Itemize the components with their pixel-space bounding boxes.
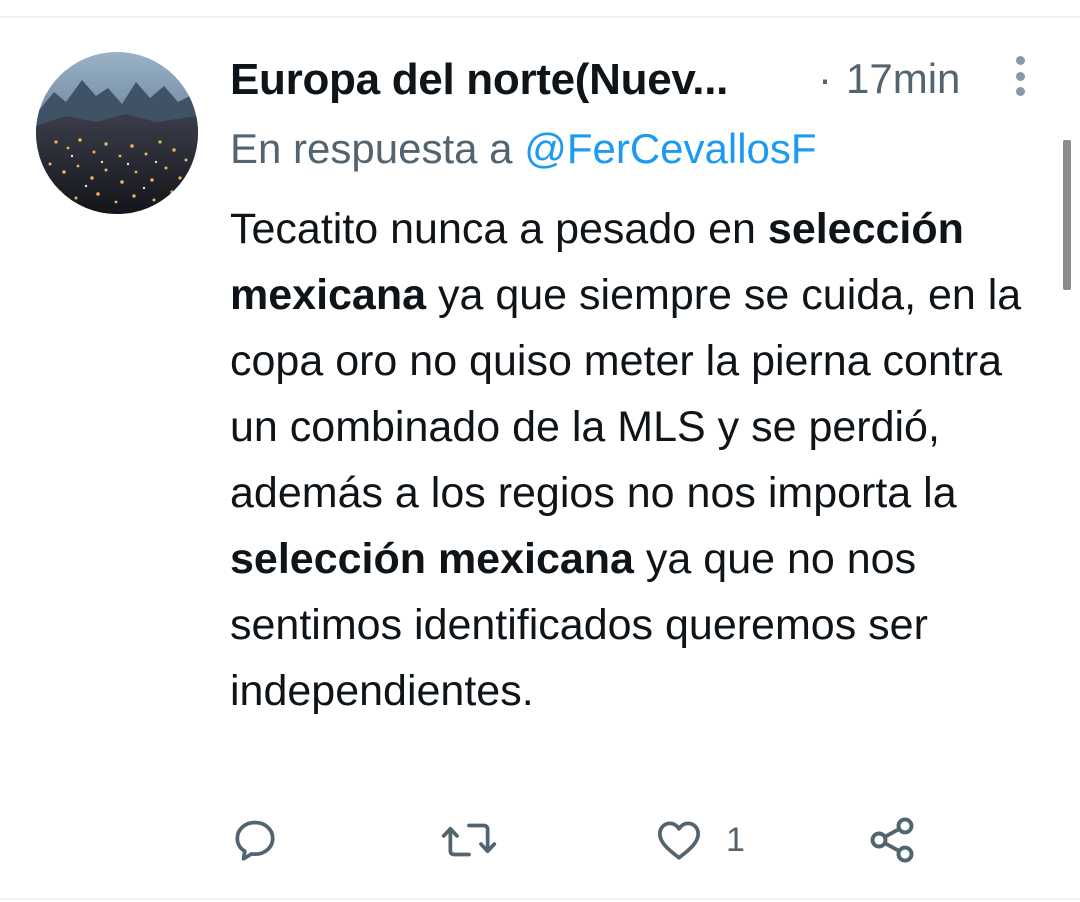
tweet-text-bold-segment: selección mexicana [230,535,634,583]
tweet-header: Europa del norte(Nuev... · 17min [230,55,990,115]
reply-icon [235,820,275,861]
display-name[interactable]: Europa del norte(Nuev... [230,55,728,105]
retweet-button[interactable] [440,812,498,868]
retweet-icon [441,823,497,857]
timestamp[interactable]: 17min [846,55,960,103]
time-separator: · [818,55,832,102]
share-button[interactable] [866,812,918,868]
reply-prefix: En respuesta a [230,125,513,172]
more-vertical-icon [1015,56,1025,65]
like-count: 1 [726,820,745,859]
reply-button[interactable] [230,812,280,868]
heart-icon [657,821,701,860]
avatar[interactable] [36,52,198,214]
tweet-actions: 1 [230,812,950,872]
reply-context: En respuesta a @FerCevallosF [230,125,817,173]
tweet-text-segment: Tecatito nunca a pesado en [230,205,768,253]
avatar-image [36,52,198,214]
scrollbar[interactable] [1063,140,1071,290]
bottom-divider [0,898,1080,900]
tweet-text: Tecatito nunca a pesado en selección mex… [230,196,1050,724]
more-options-button[interactable] [1008,54,1032,98]
like-button[interactable]: 1 [654,812,745,868]
reply-handle[interactable]: @FerCevallosF [524,125,816,172]
top-divider [0,16,1080,18]
share-icon [870,817,914,863]
